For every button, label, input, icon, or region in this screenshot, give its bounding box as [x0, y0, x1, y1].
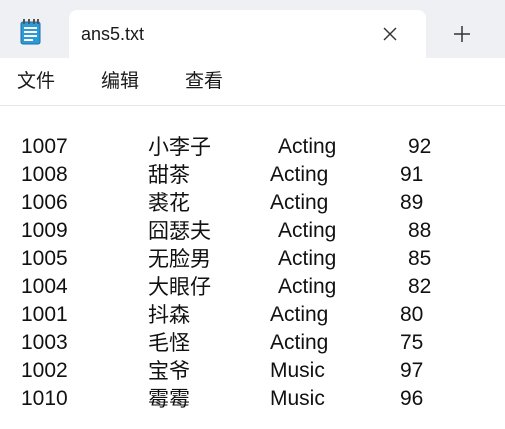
line-name: 大眼仔: [148, 275, 211, 299]
line-name: 毛怪: [148, 331, 190, 355]
line-id: 1006: [21, 191, 68, 214]
line-name: 裘花: [148, 191, 190, 215]
line-name: 小李子: [148, 135, 211, 159]
line-subject: Acting: [278, 275, 337, 298]
line-score: 96: [400, 387, 424, 410]
line-id: 1005: [21, 247, 68, 270]
tab-title: ans5.txt: [81, 24, 145, 44]
line-id: 1002: [21, 359, 68, 382]
menu-file[interactable]: 文件: [17, 69, 55, 93]
line-name: 霉霉: [148, 387, 190, 411]
line-subject: Acting: [278, 135, 337, 158]
line-name: 无脸男: [148, 247, 211, 271]
line-score: 85: [408, 247, 432, 270]
line-id: 1003: [21, 331, 68, 354]
notepad-icon: [18, 18, 44, 46]
line-id: 1001: [21, 303, 68, 326]
menu-edit[interactable]: 编辑: [101, 69, 139, 93]
line-subject: Acting: [270, 303, 329, 326]
line-id: 1004: [21, 275, 68, 298]
text-line: 1002 宝爷 Music 97: [0, 357, 505, 385]
line-id: 1010: [21, 387, 68, 410]
line-subject: Music: [270, 387, 325, 410]
menu-view[interactable]: 查看: [185, 69, 223, 93]
text-line: 1009 囧瑟夫 Acting 88: [0, 217, 505, 245]
plus-icon[interactable]: [447, 21, 477, 47]
line-score: 88: [408, 219, 432, 242]
text-line: 1007 小李子 Acting 92: [0, 133, 505, 161]
notepad-window: ans5.txt 文件 编辑 查看 1007 小李子 Acting 92 100…: [0, 0, 505, 429]
line-id: 1007: [21, 135, 68, 158]
close-icon[interactable]: [380, 24, 400, 44]
title-bar: ans5.txt: [0, 0, 505, 58]
line-name: 囧瑟夫: [148, 219, 211, 243]
text-line: 1006 裘花 Acting 89: [0, 189, 505, 217]
line-score: 91: [400, 163, 424, 186]
tab-ans5[interactable]: ans5.txt: [69, 10, 426, 58]
line-score: 97: [400, 359, 424, 382]
line-name: 甜茶: [148, 163, 190, 187]
line-subject: Acting: [270, 163, 329, 186]
text-line: 1004 大眼仔 Acting 82: [0, 273, 505, 301]
text-line: 1001 抖森 Acting 80: [0, 301, 505, 329]
line-score: 92: [408, 135, 432, 158]
line-subject: Music: [270, 359, 325, 382]
line-subject: Acting: [278, 247, 337, 270]
text-line: 1003 毛怪 Acting 75: [0, 329, 505, 357]
line-name: 宝爷: [148, 359, 190, 383]
line-score: 75: [400, 331, 424, 354]
text-line: 1008 甜茶 Acting 91: [0, 161, 505, 189]
line-subject: Acting: [270, 191, 329, 214]
line-subject: Acting: [270, 331, 329, 354]
line-score: 82: [408, 275, 432, 298]
text-line: 1005 无脸男 Acting 85: [0, 245, 505, 273]
menu-bar: 文件 编辑 查看: [0, 58, 505, 106]
line-subject: Acting: [278, 219, 337, 242]
line-score: 80: [400, 303, 424, 326]
text-line: 1010 霉霉 Music 96: [0, 385, 505, 413]
line-score: 89: [400, 191, 424, 214]
text-editor[interactable]: 1007 小李子 Acting 92 1008 甜茶 Acting 91 100…: [0, 106, 505, 429]
line-id: 1008: [21, 163, 68, 186]
line-id: 1009: [21, 219, 68, 242]
line-name: 抖森: [148, 303, 190, 327]
